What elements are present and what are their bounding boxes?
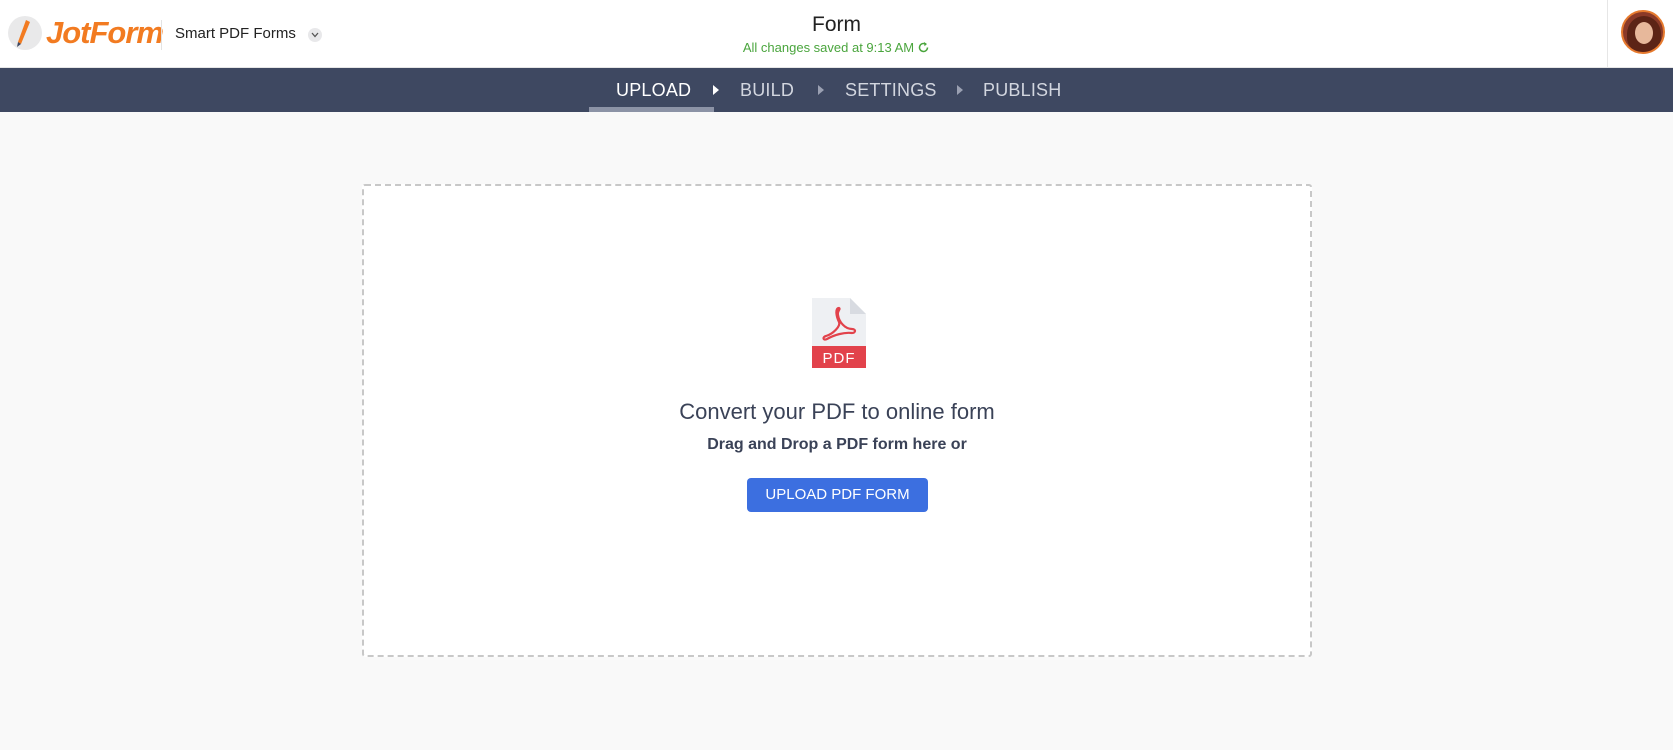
avatar-face [1635,22,1653,44]
tab-upload[interactable]: UPLOAD [616,68,691,112]
step-arrow-icon [957,85,963,95]
step-navigation: UPLOAD BUILD SETTINGS PUBLISH [0,68,1673,112]
refresh-icon [917,41,930,57]
tab-build[interactable]: BUILD [740,68,794,112]
pdf-icon-label: PDF [823,350,856,367]
active-step-indicator [589,107,714,112]
header-right-divider [1607,0,1608,68]
step-arrow-icon [713,85,719,95]
dropzone-title: Convert your PDF to online form [679,399,995,424]
upload-pdf-button[interactable]: UPLOAD PDF FORM [747,478,928,512]
save-status: All changes saved at 9:13 AM [0,40,1673,57]
pdf-dropzone[interactable]: PDF Convert your PDF to online form Drag… [362,184,1312,657]
tab-settings[interactable]: SETTINGS [845,68,937,112]
save-status-text: All changes saved at 9:13 AM [742,40,915,55]
step-arrow-icon [818,85,824,95]
form-title[interactable]: Form [0,13,1673,37]
top-header: JotForm Smart PDF Forms Form All changes… [0,0,1673,68]
dropzone-subtitle: Drag and Drop a PDF form here or [707,436,967,453]
tab-publish[interactable]: PUBLISH [983,68,1061,112]
user-avatar[interactable] [1621,10,1665,54]
pdf-file-icon: PDF [812,298,866,373]
